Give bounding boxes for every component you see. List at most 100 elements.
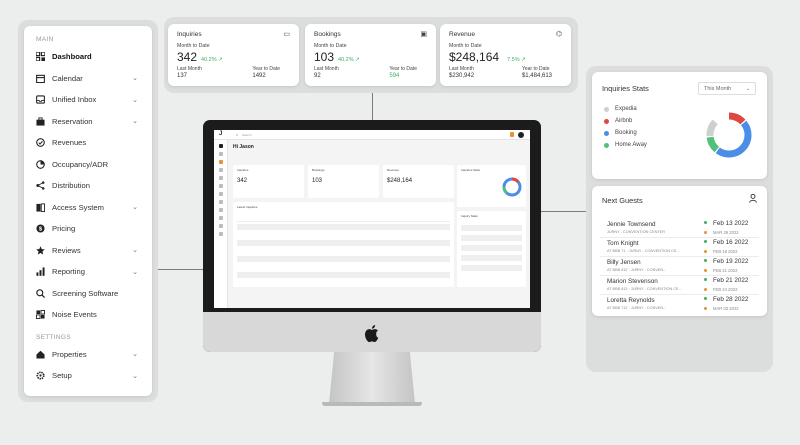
stat-ytd-value: 1492: [252, 73, 266, 79]
mini-search-input[interactable]: Search: [242, 133, 252, 137]
search-icon: [36, 288, 45, 298]
sidebar-item-revenues[interactable]: Revenues: [24, 132, 152, 154]
stat-mtd-value: 103: [314, 50, 335, 64]
guest-name: Loretta Reynolds: [607, 297, 655, 304]
sidebar-item-label: Access System: [52, 202, 104, 212]
sidebar-item-dashboard[interactable]: Dashboard: [24, 46, 152, 68]
sidebar-item-label: Occupancy/ADR: [52, 159, 109, 169]
legend-homeaway: Home Away: [604, 142, 647, 148]
sidebar-item-label: Reservation: [52, 116, 93, 126]
stat-card-revenue[interactable]: Revenue ⌬ Month to Date $248,164 7.5% ↗ L…: [440, 24, 571, 86]
chat-icon: ▭: [283, 31, 290, 38]
mini-greeting: Hi Jason: [233, 144, 254, 150]
guest-name: Tom Knight: [607, 240, 639, 247]
guest-property: AT BBB 813 · JURNY - CONVENTION CE...: [607, 287, 682, 291]
sidebar-item-calendar[interactable]: Calendar ⌄: [24, 68, 152, 90]
stat-card-inquiries[interactable]: Inquiries ▭ Month to Date 342 40.2% ↗ Las…: [168, 24, 299, 86]
sidebar-item-label: Dashboard: [52, 52, 92, 62]
legend-dot: [604, 142, 609, 148]
legend-booking: Booking: [604, 130, 637, 136]
guest-row[interactable]: Billy Jensen AT BBB 812 · JURNY - CONVEN…: [600, 257, 759, 276]
calendar-icon: [36, 74, 45, 83]
stat-title: Inquiries: [177, 31, 202, 38]
mini-card-inquiries-stats: Inquiries Stats: [457, 165, 526, 207]
mini-avatar[interactable]: [518, 132, 524, 138]
next-guests-card: Next Guests Jennie Townsend JURNY - CONV…: [592, 186, 767, 316]
mini-card-latest-inquiries: Latest Inquiries: [233, 202, 454, 287]
sidebar-item-reviews[interactable]: Reviews ⌄: [24, 240, 152, 262]
sidebar-item-occupancy[interactable]: Occupancy/ADR: [24, 154, 152, 176]
guest-row[interactable]: Jennie Townsend JURNY - CONVENTION CENTE…: [600, 219, 759, 238]
sidebar-item-label: Reviews: [52, 245, 81, 255]
sidebar-item-reporting[interactable]: Reporting ⌄: [24, 261, 152, 283]
chevron-down-icon: ⌄: [132, 204, 138, 212]
chevron-down-icon: ⌄: [745, 86, 750, 92]
stat-last-label: Last Month: [314, 66, 339, 72]
checkout-dot: [704, 288, 707, 291]
occupancy-icon: [36, 159, 45, 169]
guest-checkout: FEB 18 2022: [713, 249, 738, 254]
gear-icon: [36, 371, 45, 380]
guest-checkin: Feb 13 2022: [713, 220, 749, 227]
guest-checkout: MAR 03 2022: [713, 306, 739, 311]
guest-checkin: Feb 28 2022: [713, 296, 749, 303]
inbox-icon: [36, 95, 45, 104]
home-icon: [36, 350, 45, 359]
mini-logo: J: [219, 131, 223, 137]
chevron-down-icon: ⌄: [132, 372, 138, 380]
stat-mtd-value: $248,164: [449, 50, 500, 64]
sidebar-item-label: Setup: [52, 371, 72, 381]
sidebar-item-access-system[interactable]: Access System ⌄: [24, 197, 152, 219]
mini-topbar: J ⌕ Search: [214, 130, 530, 140]
sidebar-item-unified-inbox[interactable]: Unified Inbox ⌄: [24, 89, 152, 111]
sidebar: MAIN Dashboard Calendar ⌄ Unified Inbox …: [24, 26, 152, 396]
checkin-dot: [704, 278, 707, 281]
sidebar-item-noise-events[interactable]: Noise Events: [24, 304, 152, 326]
next-guests-title: Next Guests: [602, 196, 643, 205]
sidebar-item-label: Unified Inbox: [52, 95, 97, 105]
stat-mtd-label: Month to Date: [314, 43, 347, 49]
mini-notification-icon[interactable]: [510, 132, 514, 137]
sidebar-item-label: Noise Events: [52, 310, 97, 320]
mini-sidebar: [214, 140, 228, 308]
sidebar-item-pricing[interactable]: $ Pricing: [24, 218, 152, 240]
guest-row[interactable]: Marion Stevenson AT BBB 813 · JURNY - CO…: [600, 276, 759, 295]
bar-chart-icon: [36, 267, 45, 277]
distribution-icon: [36, 181, 45, 190]
sidebar-item-distribution[interactable]: Distribution: [24, 175, 152, 197]
period-select-value: This Month: [704, 86, 732, 92]
section-label-main: MAIN: [36, 36, 54, 43]
star-icon: [36, 246, 45, 255]
imac-stand: [329, 352, 415, 404]
stat-change: 40.2% ↗: [201, 57, 223, 63]
guest-row[interactable]: Tom Knight AT BBB 71 · JURNY - CONVENTIO…: [600, 238, 759, 257]
user-icon[interactable]: [749, 194, 757, 203]
sidebar-item-setup[interactable]: Setup ⌄: [24, 365, 152, 387]
sidebar-item-properties[interactable]: Properties ⌄: [24, 344, 152, 366]
checkin-dot: [704, 240, 707, 243]
guest-row[interactable]: Loretta Reynolds AT BBB 712 · JURNY - CO…: [600, 295, 759, 314]
stat-last-value: 137: [177, 73, 188, 79]
stat-mtd-label: Month to Date: [177, 43, 210, 49]
guest-property: JURNY - CONVENTION CENTER: [607, 230, 665, 234]
sidebar-item-reservation[interactable]: Reservation ⌄: [24, 111, 152, 133]
sidebar-item-label: Calendar: [52, 73, 83, 83]
stat-last-value: $230,942: [449, 73, 475, 79]
sidebar-item-label: Pricing: [52, 224, 76, 234]
legend-dot: [604, 106, 609, 112]
period-select[interactable]: This Month ⌄: [698, 82, 756, 95]
imac-screen: J ⌕ Search Hi Jason Inquiries 342 Bookin…: [214, 130, 530, 308]
stat-card-bookings[interactable]: Bookings ▣ Month to Date 103 40.2% ↗ Last…: [305, 24, 436, 86]
inquiries-donut-chart: [706, 112, 752, 158]
chevron-down-icon: ⌄: [132, 351, 138, 359]
legend-label: Home Away: [615, 142, 647, 148]
stat-title: Bookings: [314, 31, 341, 38]
pricing-icon: $: [36, 224, 45, 233]
legend-expedia: Expedia: [604, 106, 637, 112]
chevron-down-icon: ⌄: [132, 96, 138, 104]
checkin-dot: [704, 221, 707, 224]
sidebar-item-screening[interactable]: Screening Software: [24, 283, 152, 305]
guest-property: AT BBB 71 · JURNY - CONVENTION CE...: [607, 249, 680, 253]
legend-label: Booking: [615, 130, 637, 136]
sidebar-item-label: Revenues: [52, 138, 87, 148]
